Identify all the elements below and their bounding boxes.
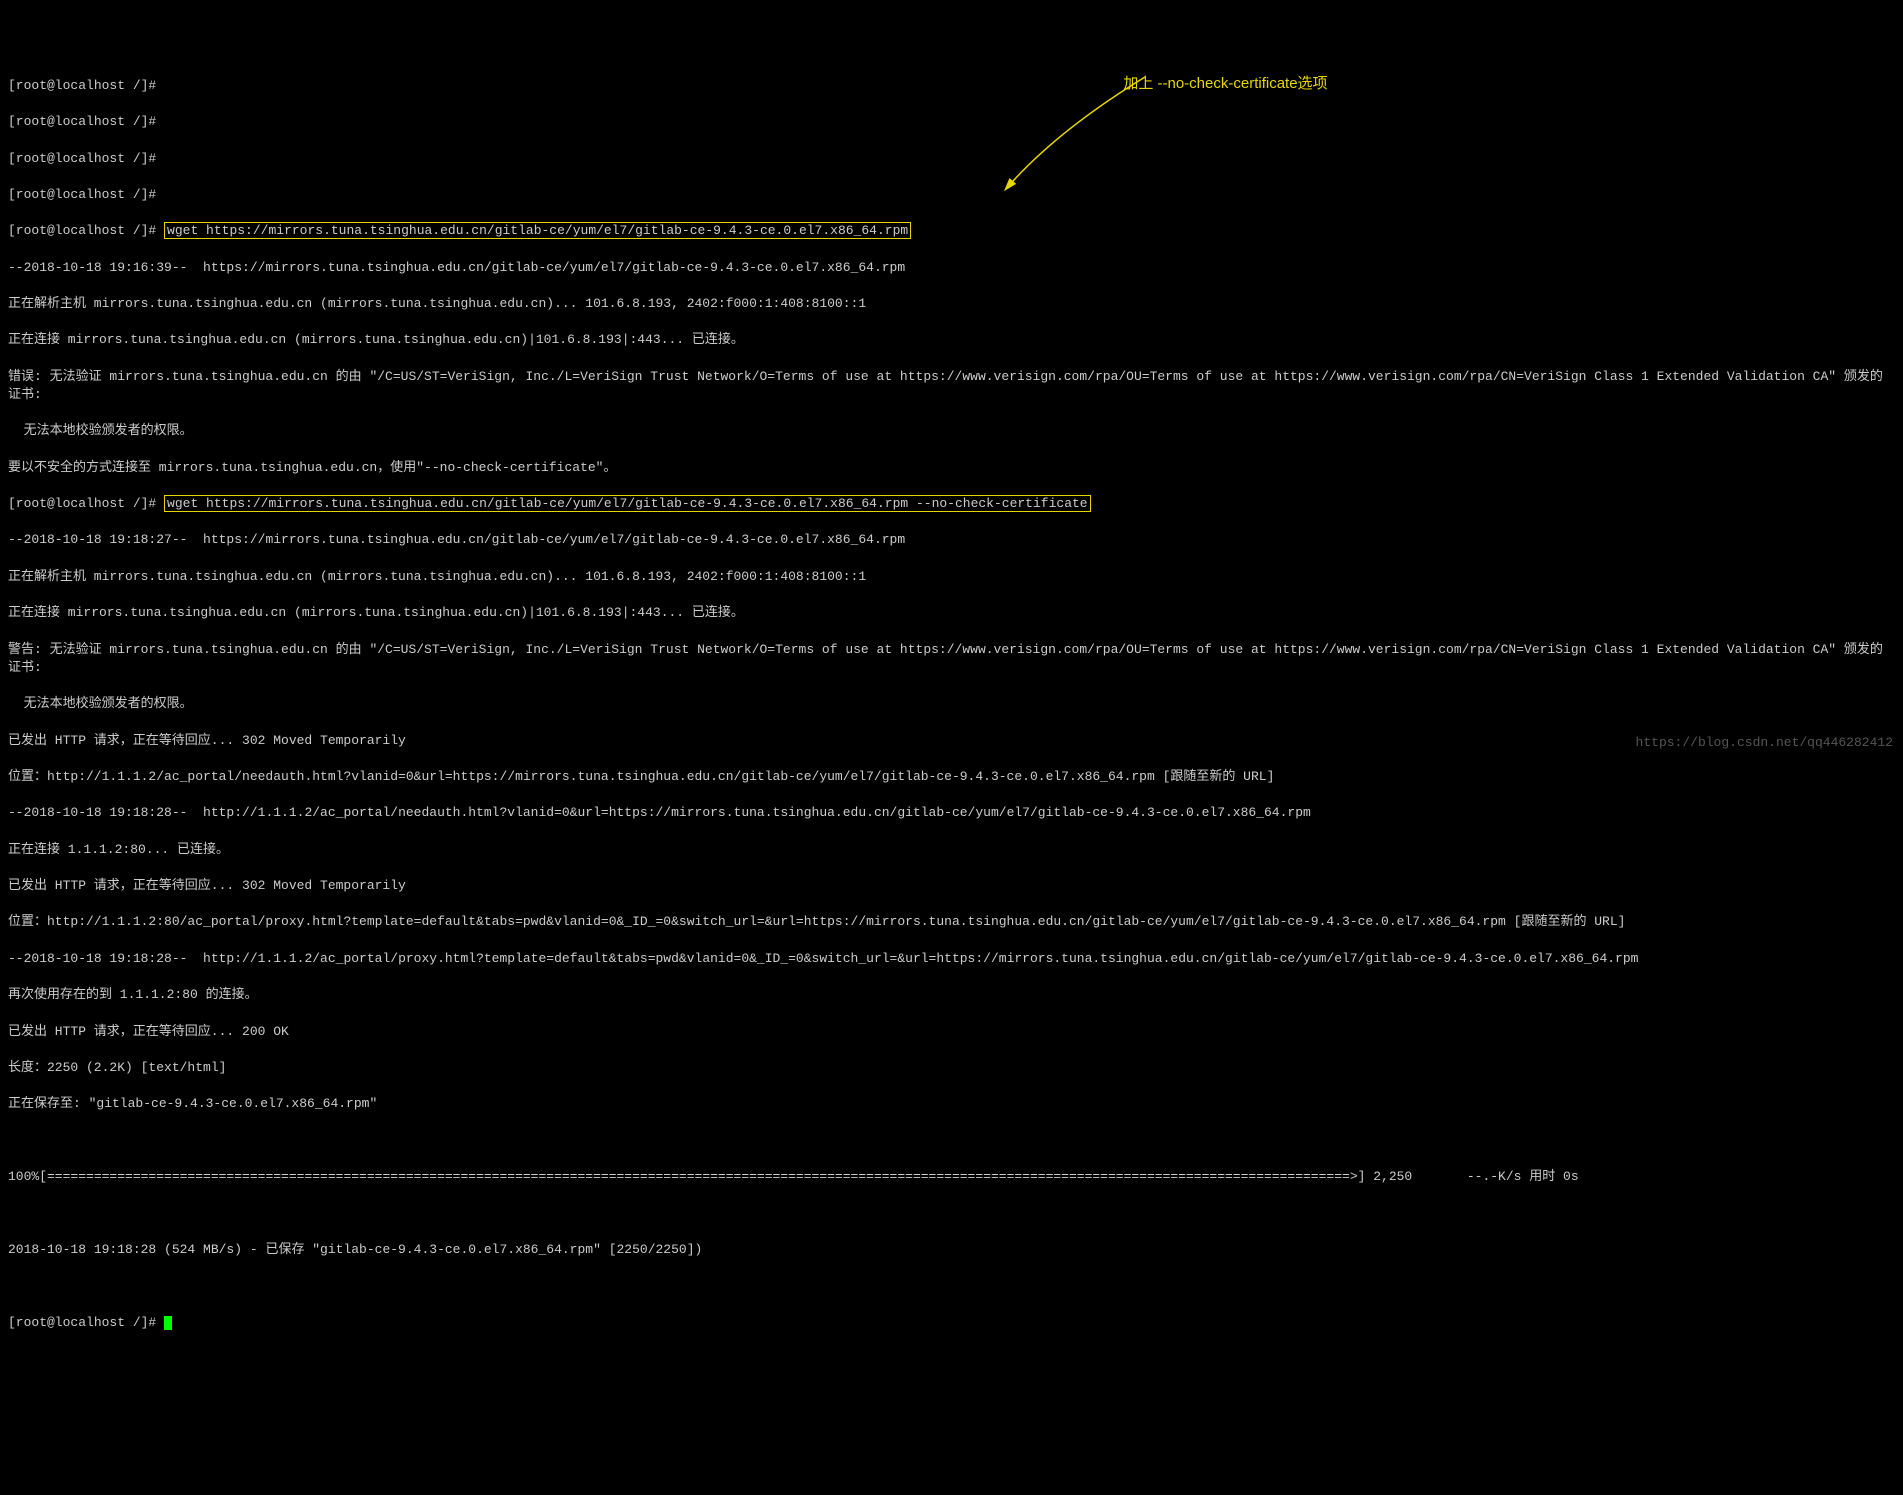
annotation-text: 加上 --no-check-certificate选项 — [1123, 75, 1327, 92]
highlighted-command-1: wget https://mirrors.tuna.tsinghua.edu.c… — [164, 222, 911, 239]
output-line: 警告: 无法验证 mirrors.tuna.tsinghua.edu.cn 的由… — [8, 641, 1895, 677]
shell-prompt: [root@localhost /]# — [8, 187, 156, 202]
highlighted-command-2: wget https://mirrors.tuna.tsinghua.edu.c… — [164, 495, 1091, 512]
prompt-line[interactable]: [root@localhost /]# — [8, 113, 1895, 131]
output-line: 位置：http://1.1.1.2/ac_portal/needauth.htm… — [8, 768, 1895, 786]
output-line: 正在连接 mirrors.tuna.tsinghua.edu.cn (mirro… — [8, 604, 1895, 622]
output-line: 已发出 HTTP 请求，正在等待回应... 302 Moved Temporar… — [8, 732, 1895, 750]
output-line: 无法本地校验颁发者的权限。 — [8, 695, 1895, 713]
output-line: --2018-10-18 19:18:27-- https://mirrors.… — [8, 531, 1895, 549]
progress-line: 100%[===================================… — [8, 1168, 1895, 1186]
output-line: 2018-10-18 19:18:28 (524 MB/s) - 已保存 "gi… — [8, 1241, 1895, 1259]
prompt-line[interactable]: [root@localhost /]# — [8, 77, 1895, 95]
shell-prompt: [root@localhost /]# — [8, 78, 156, 93]
output-line: 错误: 无法验证 mirrors.tuna.tsinghua.edu.cn 的由… — [8, 368, 1895, 404]
blank-line — [8, 1204, 1895, 1222]
output-line: --2018-10-18 19:18:28-- http://1.1.1.2/a… — [8, 804, 1895, 822]
annotation-callout: 加上 --no-check-certificate选项 — [1115, 52, 1328, 115]
output-line: 再次使用存在的到 1.1.1.2:80 的连接。 — [8, 986, 1895, 1004]
prompt-line[interactable]: [root@localhost /]# — [8, 186, 1895, 204]
cursor-icon — [164, 1316, 172, 1330]
output-line: 正在保存至: "gitlab-ce-9.4.3-ce.0.el7.x86_64.… — [8, 1095, 1895, 1113]
output-line: 正在解析主机 mirrors.tuna.tsinghua.edu.cn (mir… — [8, 295, 1895, 313]
output-line: 要以不安全的方式连接至 mirrors.tuna.tsinghua.edu.cn… — [8, 459, 1895, 477]
output-line: 正在连接 1.1.1.2:80... 已连接。 — [8, 841, 1895, 859]
blank-line — [8, 1277, 1895, 1295]
output-line: --2018-10-18 19:16:39-- https://mirrors.… — [8, 259, 1895, 277]
output-line: 已发出 HTTP 请求，正在等待回应... 200 OK — [8, 1023, 1895, 1041]
shell-prompt: [root@localhost /]# — [8, 1315, 156, 1330]
watermark-text: https://blog.csdn.net/qq446282412 — [1636, 734, 1893, 752]
blank-line — [8, 1132, 1895, 1150]
shell-prompt: [root@localhost /]# — [8, 496, 156, 511]
output-line: 长度：2250 (2.2K) [text/html] — [8, 1059, 1895, 1077]
output-line: 正在连接 mirrors.tuna.tsinghua.edu.cn (mirro… — [8, 331, 1895, 349]
output-line: 已发出 HTTP 请求，正在等待回应... 302 Moved Temporar… — [8, 877, 1895, 895]
output-line: 无法本地校验颁发者的权限。 — [8, 422, 1895, 440]
shell-prompt: [root@localhost /]# — [8, 223, 156, 238]
shell-prompt: [root@localhost /]# — [8, 114, 156, 129]
shell-prompt: [root@localhost /]# — [8, 151, 156, 166]
cmd-line-2[interactable]: [root@localhost /]# wget https://mirrors… — [8, 495, 1895, 513]
output-line: --2018-10-18 19:18:28-- http://1.1.1.2/a… — [8, 950, 1895, 968]
output-line: 正在解析主机 mirrors.tuna.tsinghua.edu.cn (mir… — [8, 568, 1895, 586]
prompt-line[interactable]: [root@localhost /]# — [8, 150, 1895, 168]
prompt-line-active[interactable]: [root@localhost /]# — [8, 1314, 1895, 1332]
output-line: 位置：http://1.1.1.2:80/ac_portal/proxy.htm… — [8, 913, 1895, 931]
cmd-line-1[interactable]: [root@localhost /]# wget https://mirrors… — [8, 222, 1895, 240]
